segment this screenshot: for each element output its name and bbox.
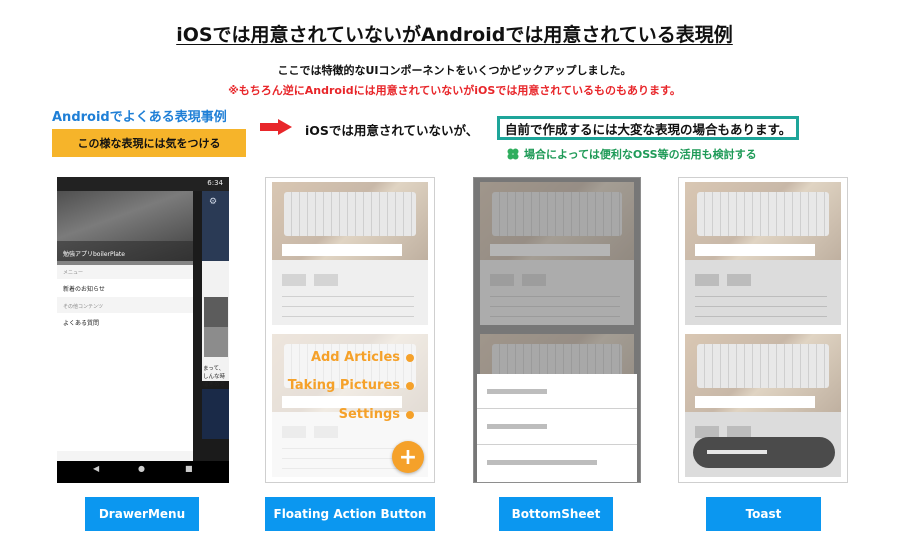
fab-item-add-articles[interactable]: Add Articles [311, 350, 414, 365]
home-icon[interactable]: ● [138, 464, 145, 473]
bottom-sheet[interactable] [477, 374, 637, 482]
sheet-row [487, 460, 597, 465]
clover-icon [507, 148, 519, 160]
drawer-item-label: 新着のお知らせ [63, 286, 105, 293]
drawer-menu-screenshot: 6:34 ⚙ まって、 しんな時は で悪める 勉強アプリboilerPlate … [57, 177, 229, 483]
fab-item-label: Taking Pictures [287, 378, 400, 393]
page-title: iOSでは用意されていないがAndroidでは用意されている表現例 [176, 24, 733, 46]
highlight-box: 自前で作成するには大変な表現の場合もあります。 [497, 116, 800, 140]
fab-item-settings[interactable]: Settings [339, 407, 414, 422]
drawer-item-news[interactable]: 新着のお知らせ [57, 279, 193, 297]
sheet-row [487, 424, 547, 429]
drawer-section-label: その他コンテンツ [63, 304, 104, 310]
ios-message: iOSでは用意されていないが、 [305, 123, 479, 138]
fab-label-button[interactable]: Floating Action Button [265, 497, 435, 531]
fab-screenshot: Add Articles Taking Pictures Settings + [265, 177, 435, 483]
gear-icon: ⚙ [209, 197, 218, 207]
bg-text: まって、 [203, 366, 225, 372]
plus-icon: + [398, 444, 418, 470]
drawer-item-faq[interactable]: よくある質問 [57, 313, 193, 331]
subtitle: ここでは特徴的なUIコンポーネントをいくつかピックアップしました。 [277, 64, 632, 77]
fab-item-taking-pictures[interactable]: Taking Pictures [288, 378, 414, 393]
dot-icon [406, 353, 414, 362]
dot-icon [406, 381, 414, 390]
bottomsheet-button[interactable]: BottomSheet [499, 497, 613, 531]
recents-icon[interactable]: ■ [185, 464, 193, 473]
drawer-section-label: メニュー [63, 270, 84, 276]
dot-icon [406, 410, 414, 419]
oss-note: 場合によっては便利なOSS等の活用も検討する [506, 146, 757, 162]
fab-button[interactable]: + [392, 441, 424, 473]
drawer-app-title: 勉強アプリboilerPlate [63, 251, 125, 258]
sheet-row [487, 389, 547, 394]
fab-item-label: Settings [338, 407, 400, 422]
toast-button[interactable]: Toast [706, 497, 821, 531]
toast-screenshot [678, 177, 848, 483]
oss-note-text: 場合によっては便利なOSS等の活用も検討する [524, 148, 757, 161]
bg-text: で悪める [203, 382, 226, 388]
toast-message [693, 437, 835, 468]
fab-item-label: Add Articles [310, 350, 400, 365]
caution-badge: この様な表現には気をつける [52, 129, 246, 157]
arrow-right-icon [260, 119, 292, 135]
drawer-panel: 勉強アプリboilerPlate メニュー 新着のお知らせ その他コンテンツ よ… [57, 191, 193, 461]
drawer-menu-button[interactable]: DrawerMenu [85, 497, 199, 531]
android-heading: Androidでよくある表現事例 [52, 110, 227, 125]
back-icon[interactable]: ◀ [93, 464, 99, 473]
status-time: 6:34 [207, 179, 223, 187]
bottomsheet-screenshot [473, 177, 641, 483]
note-text: ※もちろん逆にAndroidには用意されていないがiOSでは用意されているものも… [228, 84, 681, 97]
drawer-item-label: よくある質問 [63, 320, 100, 327]
